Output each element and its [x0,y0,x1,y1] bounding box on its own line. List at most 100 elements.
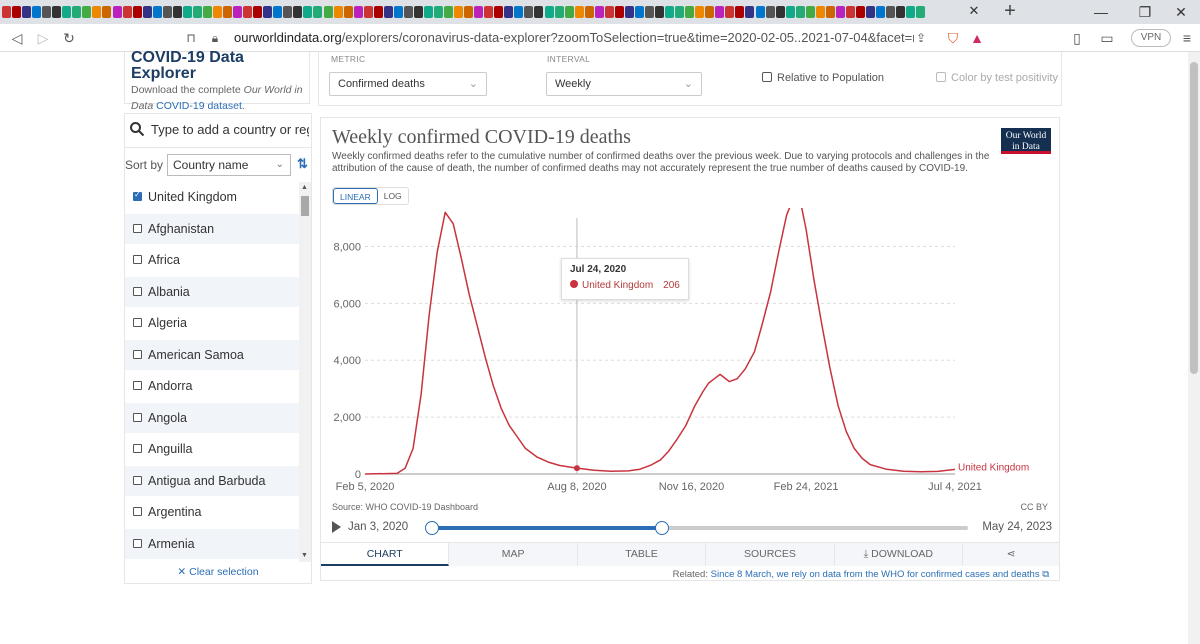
tab-favicon-icon[interactable] [614,6,624,18]
tab-favicon-icon[interactable] [12,6,22,18]
tab-favicon-icon[interactable] [323,6,333,18]
tab-favicon-icon[interactable] [695,6,705,18]
tab-favicon-icon[interactable] [283,6,293,18]
dataset-link[interactable]: COVID-19 dataset [156,100,242,112]
tab-favicon-icon[interactable] [876,6,886,18]
tab-favicon-icon[interactable] [705,6,715,18]
tab-favicon-icon[interactable] [353,6,363,18]
tab-favicon-icon[interactable] [32,6,42,18]
tab-favicon-icon[interactable] [906,6,916,18]
tab-favicon-icon[interactable] [313,6,323,18]
tab-favicon-icon[interactable] [212,6,222,18]
tab-favicon-icon[interactable] [192,6,202,18]
share-icon[interactable]: ⋖ [963,543,1060,566]
linear-scale-button[interactable]: LINEAR [333,188,378,204]
country-row[interactable]: Algeria [125,308,299,340]
tab-favicon-icon[interactable] [795,6,805,18]
tab-favicon-icon[interactable] [343,6,353,18]
close-tab-icon[interactable]: ✕ [966,3,982,19]
tab-favicon-icon[interactable] [594,6,604,18]
country-row[interactable]: Africa [125,245,299,277]
tab-favicon-icon[interactable] [92,6,102,18]
page-scrollbar[interactable] [1188,52,1200,644]
country-checkbox[interactable] [133,507,142,516]
tab-favicon-icon[interactable] [102,6,112,18]
new-tab-button[interactable]: + [1000,1,1020,21]
tab-favicon-icon[interactable] [132,6,142,18]
tab-favicon-icon[interactable] [403,6,413,18]
country-checkbox[interactable] [133,255,142,264]
tab-favicon-icon[interactable] [243,6,253,18]
menu-icon[interactable]: ≡ [1178,29,1196,47]
license-label[interactable]: CC BY [1020,502,1048,512]
brave-shield-icon[interactable]: ⛉ [944,29,962,47]
tab-favicon-icon[interactable] [383,6,393,18]
country-checkbox[interactable] [133,538,142,548]
wallet-icon[interactable]: ▭ [1098,29,1116,47]
timeline-track[interactable] [425,521,968,535]
tab-favicon-icon[interactable] [886,6,896,18]
tab-favicon-icon[interactable] [303,6,313,18]
tab-favicon-icon[interactable] [524,6,534,18]
related-link[interactable]: Since 8 March, we rely on data from the … [711,569,1049,580]
owid-logo[interactable]: Our World in Data [1001,128,1051,154]
tab-favicon-icon[interactable] [775,6,785,18]
tab-favicon-icon[interactable] [584,6,594,18]
country-row[interactable]: American Samoa [125,339,299,371]
line-chart[interactable]: 0 2,000 4,000 6,000 8,000 Feb 5, 2020 Aug 8, 2… [321,208,1059,498]
tab-favicon-icon[interactable] [444,6,454,18]
tab-favicon-icon[interactable] [393,6,403,18]
page-scrollbar-thumb[interactable] [1190,62,1198,374]
tab-favicon-icon[interactable] [413,6,423,18]
tab-favicon-icon[interactable] [675,6,685,18]
maximize-button[interactable]: ❐ [1130,2,1160,22]
country-search[interactable]: Type to add a country or region [125,114,311,148]
tab-favicon-icon[interactable] [112,6,122,18]
tab-favicon-icon[interactable] [916,6,926,18]
minimize-button[interactable]: — [1086,2,1116,22]
search-input[interactable]: Type to add a country or region [151,122,309,137]
country-row[interactable]: Argentina [125,497,299,529]
tab-favicon-icon[interactable] [434,6,444,18]
tab-favicon-icon[interactable] [2,6,11,18]
tab-favicon-icon[interactable] [182,6,192,18]
tab-favicon-icon[interactable] [293,6,303,18]
tab-favicon-icon[interactable] [564,6,574,18]
tab-favicons[interactable] [0,0,968,24]
share-icon[interactable]: ⇪ [912,29,930,47]
timeline-end-handle[interactable] [655,521,670,535]
tab-favicon-icon[interactable] [604,6,614,18]
interval-dropdown[interactable]: Weekly ⌄ [546,72,702,96]
tab-favicon-icon[interactable] [665,6,675,18]
play-icon[interactable] [332,521,341,533]
tab-favicon-icon[interactable] [223,6,233,18]
relative-checkbox[interactable] [762,72,772,82]
country-list-scrollbar[interactable]: ▲ ▼ [299,182,311,562]
tab-table[interactable]: TABLE [577,543,707,566]
country-checkbox[interactable] [133,444,142,453]
tab-favicon-icon[interactable] [202,6,212,18]
tab-favicon-icon[interactable] [22,6,32,18]
tab-favicon-icon[interactable] [765,6,775,18]
tab-favicon-icon[interactable] [514,6,524,18]
tab-favicon-icon[interactable] [62,6,72,18]
tab-favicon-icon[interactable] [755,6,765,18]
country-checkbox[interactable] [133,223,142,233]
tab-favicon-icon[interactable] [162,6,172,18]
scroll-up-icon[interactable]: ▲ [301,184,308,191]
tab-favicon-icon[interactable] [464,6,474,18]
tab-favicon-icon[interactable] [484,6,494,18]
tab-favicon-icon[interactable] [825,6,835,18]
country-row[interactable]: Afghanistan [125,213,299,245]
tab-download[interactable]: ⤓ DOWNLOAD [834,543,964,566]
country-checkbox[interactable] [133,318,142,327]
tab-favicon-icon[interactable] [52,6,62,18]
tab-favicon-icon[interactable] [263,6,273,18]
tab-favicon-icon[interactable] [785,6,795,18]
metric-dropdown[interactable]: Confirmed deaths ⌄ [329,72,487,96]
country-row[interactable]: Antigua and Barbuda [125,465,299,497]
tab-favicon-icon[interactable] [233,6,243,18]
vpn-button[interactable]: VPN [1131,29,1171,47]
tab-favicon-icon[interactable] [735,6,745,18]
tab-favicon-icon[interactable] [504,6,514,18]
